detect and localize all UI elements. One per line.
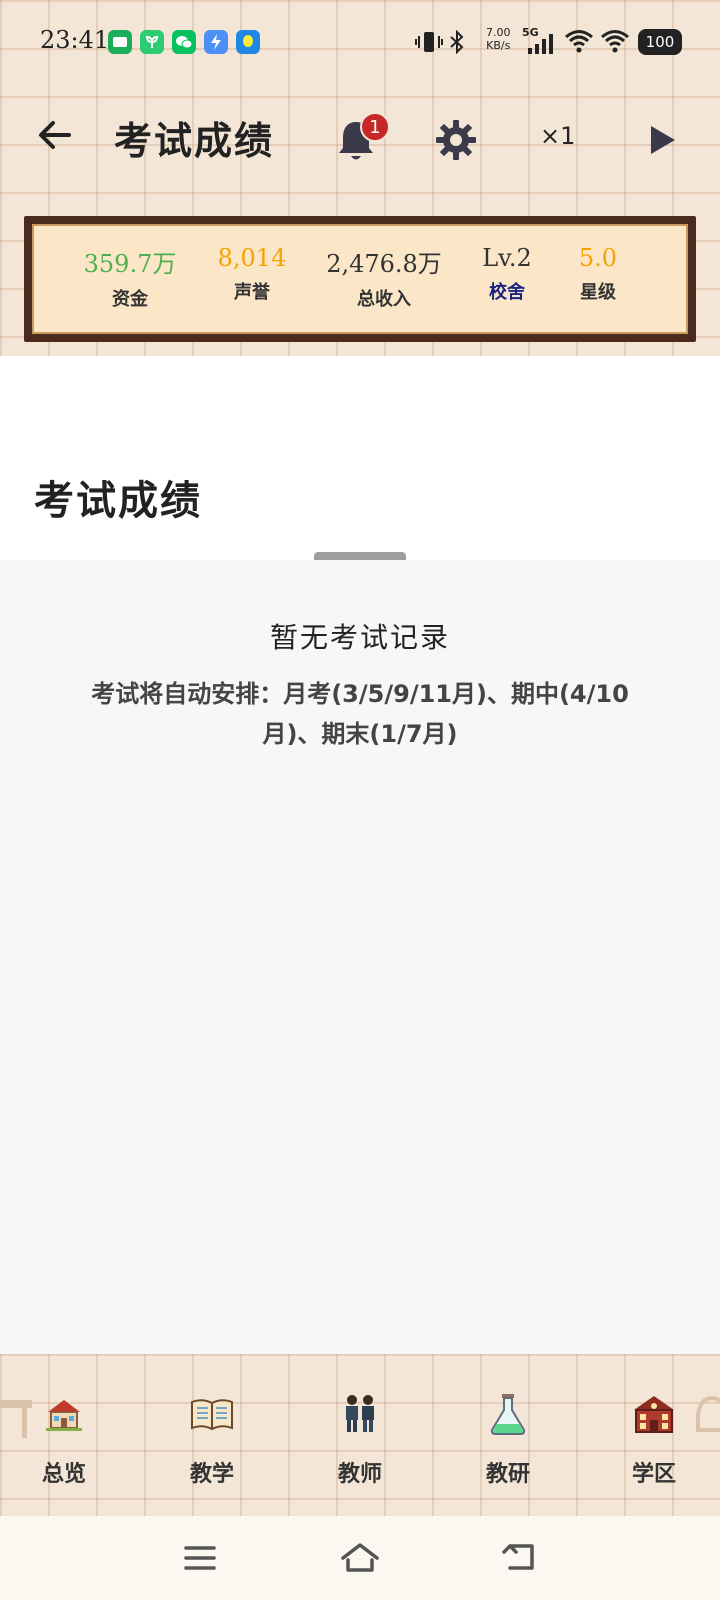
back-arrow-icon bbox=[39, 121, 71, 149]
stat-funds-value: 359.7万 bbox=[83, 250, 177, 278]
header: 考试成绩 1 ×1 bbox=[0, 96, 720, 186]
stat-reputation-label: 声誉 bbox=[234, 282, 270, 303]
stat-school-building-label: 校舍 bbox=[489, 282, 525, 303]
book-icon bbox=[191, 1399, 233, 1431]
nav-overview[interactable]: 总览 bbox=[4, 1354, 124, 1516]
top-area: 23:41 7.00 KB/s 5G 100 考试成绩 1 ×1 359.7万 … bbox=[0, 0, 720, 356]
stat-school-building[interactable]: Lv.2 校舍 bbox=[470, 244, 544, 304]
wechat-icon bbox=[172, 30, 196, 54]
vibrate-icon bbox=[414, 30, 444, 58]
home-icon bbox=[341, 1543, 379, 1572]
stat-star-rating-value: 5.0 bbox=[578, 244, 618, 272]
play-icon bbox=[651, 126, 675, 154]
nav-teaching-label: 教学 bbox=[189, 1462, 234, 1487]
stat-star-rating-label: 星级 bbox=[580, 282, 616, 303]
qq-app-icon bbox=[236, 30, 260, 54]
stats-bar: 359.7万 资金 8,014 声誉 2,476.8万 总收入 Lv.2 校舍 … bbox=[24, 216, 696, 342]
bottom-nav: 总览 教学 教师 教研 学区 bbox=[0, 1354, 720, 1516]
gear-icon bbox=[436, 120, 476, 160]
empty-state-description: 考试将自动安排：月考(3/5/9/11月)、期中(4/10月)、期末(1/7月) bbox=[91, 680, 629, 748]
nav-district[interactable]: 学区 bbox=[594, 1354, 714, 1516]
system-nav-bar bbox=[0, 1516, 720, 1600]
nav-teaching[interactable]: 教学 bbox=[152, 1354, 272, 1516]
stat-funds-label: 资金 bbox=[112, 289, 148, 310]
status-bar: 23:41 7.00 KB/s 5G 100 bbox=[0, 0, 720, 84]
page-title: 考试成绩 bbox=[114, 118, 275, 163]
wifi-icon-1 bbox=[564, 28, 594, 58]
menu-icon bbox=[184, 1546, 216, 1570]
message-app-icon bbox=[108, 30, 132, 54]
notifications-button[interactable]: 1 bbox=[336, 112, 390, 166]
bluetooth-icon bbox=[448, 29, 466, 58]
nav-research[interactable]: 教研 bbox=[448, 1354, 568, 1516]
exam-results-list: 暂无考试记录 考试将自动安排：月考(3/5/9/11月)、期中(4/10月)、期… bbox=[0, 560, 720, 1354]
stat-total-income: 2,476.8万 总收入 bbox=[322, 244, 446, 311]
system-menu-button[interactable] bbox=[178, 1536, 222, 1580]
section-title: 考试成绩 bbox=[34, 477, 202, 524]
status-time: 23:41 bbox=[40, 26, 110, 54]
empty-state-title: 暂无考试记录 bbox=[269, 621, 450, 654]
game-speed-button[interactable]: ×1 bbox=[540, 122, 575, 150]
notification-badge: 1 bbox=[360, 112, 390, 142]
stat-school-building-value: Lv.2 bbox=[482, 244, 532, 272]
net-speed: 7.00 KB/s bbox=[486, 26, 511, 52]
nav-district-label: 学区 bbox=[631, 1462, 676, 1487]
stat-total-income-label: 总收入 bbox=[357, 289, 411, 310]
teachers-icon bbox=[346, 1395, 374, 1432]
flash-app-icon bbox=[204, 30, 228, 54]
return-icon bbox=[502, 1544, 534, 1570]
sheet-drag-handle[interactable] bbox=[314, 552, 406, 560]
settings-button[interactable] bbox=[432, 116, 480, 164]
nav-research-label: 教研 bbox=[485, 1462, 530, 1487]
stat-star-rating: 5.0 星级 bbox=[568, 244, 628, 304]
system-home-button[interactable] bbox=[338, 1536, 382, 1580]
battery-indicator: 100 bbox=[638, 29, 682, 55]
flask-icon bbox=[490, 1394, 526, 1435]
school-building-icon bbox=[634, 1396, 674, 1433]
stat-funds: 359.7万 资金 bbox=[80, 244, 180, 311]
sprout-app-icon bbox=[140, 30, 164, 54]
sheet-header: 考试成绩 bbox=[0, 356, 720, 560]
nav-teachers[interactable]: 教师 bbox=[300, 1354, 420, 1516]
nav-teachers-label: 教师 bbox=[337, 1462, 382, 1487]
stat-total-income-value: 2,476.8万 bbox=[326, 250, 442, 278]
school-house-icon bbox=[46, 1400, 82, 1431]
back-button[interactable] bbox=[30, 110, 80, 160]
play-button[interactable] bbox=[646, 122, 680, 158]
system-back-button[interactable] bbox=[498, 1536, 542, 1580]
stat-reputation-value: 8,014 bbox=[217, 244, 287, 272]
stat-reputation: 8,014 声誉 bbox=[210, 244, 294, 304]
cell-signal-icon: 5G bbox=[522, 26, 558, 56]
wifi-icon-2 bbox=[600, 28, 630, 58]
nav-overview-label: 总览 bbox=[41, 1462, 86, 1487]
